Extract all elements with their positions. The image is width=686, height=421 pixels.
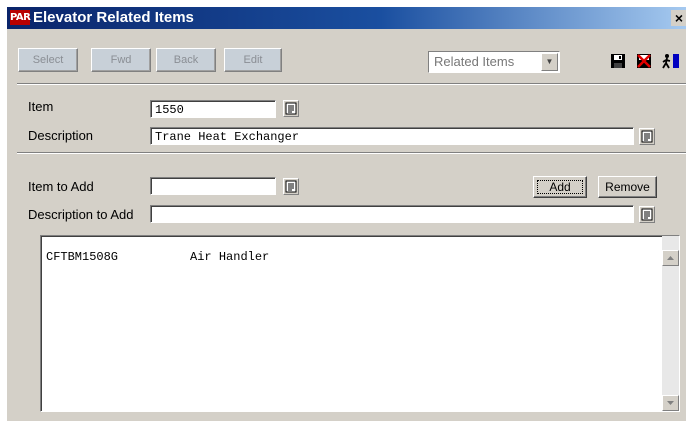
- title-bar[interactable]: PAR Elevator Related Items ×: [7, 7, 686, 29]
- edit-button[interactable]: Edit: [224, 48, 282, 72]
- chevron-down-icon[interactable]: ▼: [541, 53, 558, 71]
- description-label: Description: [28, 128, 94, 143]
- item-lookup-icon[interactable]: [283, 100, 299, 117]
- scroll-up-button[interactable]: [662, 250, 679, 266]
- forward-button[interactable]: Fwd: [91, 48, 151, 72]
- related-items-list[interactable]: CFTBM1508G Air Handler: [40, 235, 680, 412]
- add-button[interactable]: Add: [533, 176, 587, 198]
- item-description: Air Handler: [190, 250, 270, 264]
- app-logo-icon: PAR: [10, 10, 31, 25]
- description-to-add-label: Description to Add: [28, 207, 134, 222]
- item-label: Item: [28, 99, 54, 114]
- separator: [17, 83, 686, 85]
- select-button[interactable]: Select: [18, 48, 78, 72]
- separator: [17, 152, 686, 154]
- item-field[interactable]: 1550: [150, 100, 276, 118]
- item-to-add-label: Item to Add: [28, 179, 94, 194]
- close-button[interactable]: ×: [671, 10, 686, 26]
- view-dropdown[interactable]: Related Items ▼: [428, 51, 560, 73]
- item-to-add-field[interactable]: [150, 177, 276, 195]
- save-icon[interactable]: [610, 53, 626, 69]
- focus-ring: [537, 180, 583, 194]
- item-code: CFTBM1508G: [46, 250, 119, 264]
- description-lookup-icon[interactable]: [639, 128, 655, 145]
- toolbar: Select Fwd Back Edit Related Items ▼: [7, 31, 686, 75]
- list-item[interactable]: CFTBM1508G Air Handler: [46, 250, 269, 264]
- exit-icon[interactable]: [661, 53, 681, 69]
- description-field[interactable]: Trane Heat Exchanger: [150, 127, 634, 145]
- description-to-add-lookup-icon[interactable]: [639, 206, 655, 223]
- elevator-related-items-window: PAR Elevator Related Items × Select Fwd …: [6, 7, 686, 421]
- item-to-add-lookup-icon[interactable]: [283, 178, 299, 195]
- scroll-down-button[interactable]: [662, 395, 679, 411]
- description-to-add-field[interactable]: [150, 205, 634, 223]
- remove-button[interactable]: Remove: [598, 176, 657, 198]
- delete-icon[interactable]: [636, 53, 652, 69]
- back-button[interactable]: Back: [156, 48, 216, 72]
- window-title: Elevator Related Items: [33, 9, 194, 26]
- view-dropdown-value: Related Items: [434, 54, 515, 69]
- scrollbar[interactable]: [662, 236, 679, 411]
